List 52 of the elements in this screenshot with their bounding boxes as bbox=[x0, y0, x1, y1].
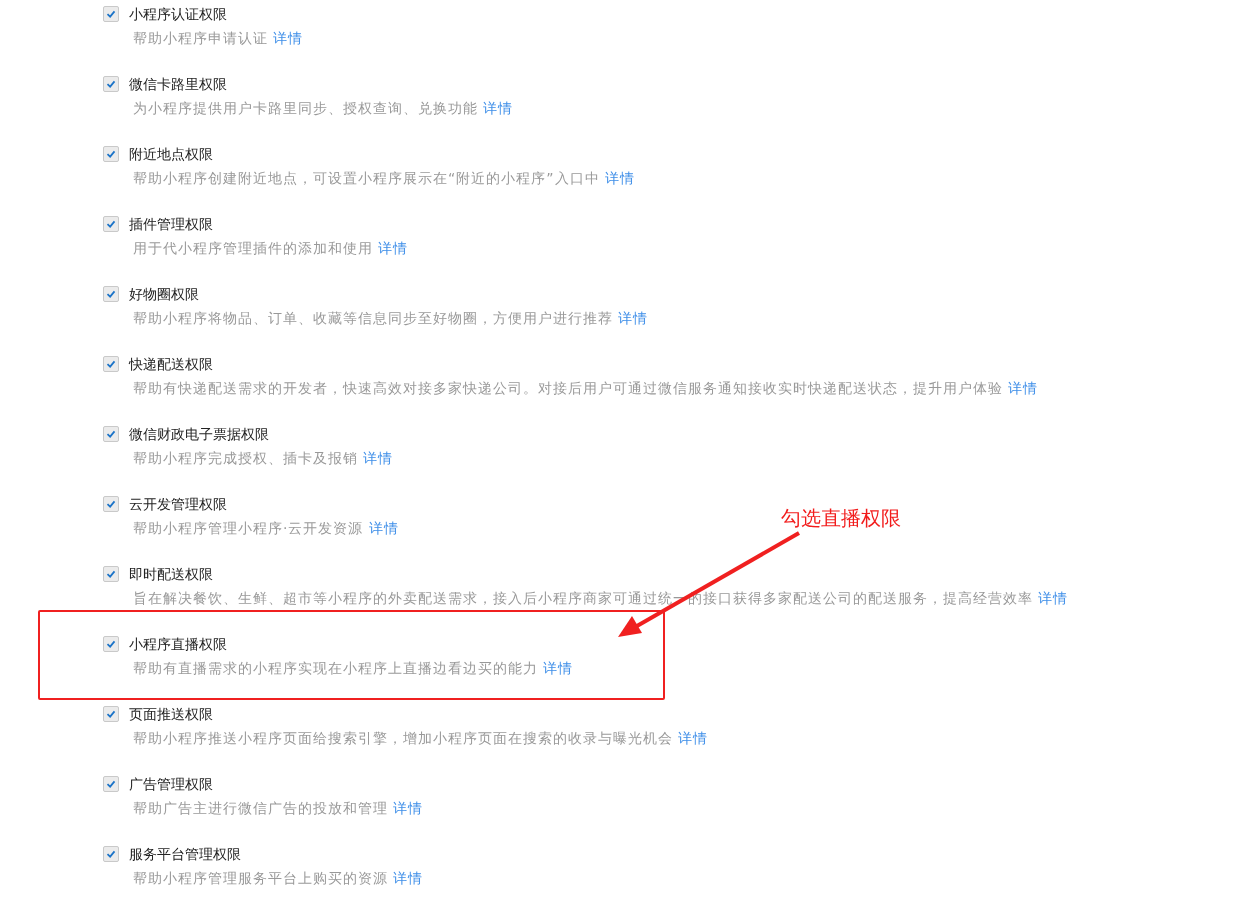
permission-description: 帮助小程序创建附近地点，可设置小程序展示在“附近的小程序”入口中 详情 bbox=[132, 169, 635, 188]
permission-title: 好物圈权限 bbox=[129, 285, 199, 304]
permission-title: 附近地点权限 bbox=[129, 145, 213, 164]
checkbox[interactable] bbox=[103, 216, 119, 232]
details-link[interactable]: 详情 bbox=[543, 660, 574, 676]
permission-description: 用于代小程序管理插件的添加和使用 详情 bbox=[132, 239, 409, 258]
details-link[interactable]: 详情 bbox=[378, 240, 409, 256]
details-link[interactable]: 详情 bbox=[678, 730, 709, 746]
details-link[interactable]: 详情 bbox=[393, 870, 424, 886]
permission-description: 帮助广告主进行微信广告的投放和管理 详情 bbox=[132, 799, 424, 818]
permission-description: 帮助有快递配送需求的开发者，快速高效对接多家快递公司。对接后用户可通过微信服务通知接收实时快递配送状态，提升用户体验 详情 bbox=[132, 379, 1039, 398]
permission-title: 广告管理权限 bbox=[129, 775, 213, 794]
checkbox[interactable] bbox=[103, 846, 119, 862]
details-link[interactable]: 详情 bbox=[368, 520, 399, 536]
permission-title: 小程序认证权限 bbox=[129, 5, 227, 24]
permission-title: 即时配送权限 bbox=[129, 565, 213, 584]
permission-description: 帮助小程序推送小程序页面给搜索引擎，增加小程序页面在搜索的收录与曝光机会 详情 bbox=[132, 729, 709, 748]
checkbox[interactable] bbox=[103, 706, 119, 722]
permission-description: 帮助小程序管理服务平台上购买的资源 详情 bbox=[132, 869, 424, 888]
details-link[interactable]: 详情 bbox=[1038, 590, 1069, 606]
checkbox[interactable] bbox=[103, 636, 119, 652]
permission-description: 帮助小程序申请认证 详情 bbox=[132, 29, 304, 48]
details-link[interactable]: 详情 bbox=[273, 30, 304, 46]
callout-text: 勾选直播权限 bbox=[781, 505, 901, 531]
permission-title: 页面推送权限 bbox=[129, 705, 213, 724]
permission-title: 微信卡路里权限 bbox=[129, 75, 227, 94]
permission-title: 插件管理权限 bbox=[129, 215, 213, 234]
checkbox[interactable] bbox=[103, 566, 119, 582]
checkbox[interactable] bbox=[103, 146, 119, 162]
permission-title: 快递配送权限 bbox=[129, 355, 213, 374]
checkbox[interactable] bbox=[103, 356, 119, 372]
details-link[interactable]: 详情 bbox=[1008, 380, 1039, 396]
permission-title: 微信财政电子票据权限 bbox=[129, 425, 269, 444]
permission-title: 小程序直播权限 bbox=[129, 635, 227, 654]
checkbox[interactable] bbox=[103, 286, 119, 302]
checkbox[interactable] bbox=[103, 776, 119, 792]
details-link[interactable]: 详情 bbox=[483, 100, 514, 116]
details-link[interactable]: 详情 bbox=[363, 450, 394, 466]
permission-description: 帮助小程序完成授权、插卡及报销 详情 bbox=[132, 449, 394, 468]
details-link[interactable]: 详情 bbox=[618, 310, 649, 326]
details-link[interactable]: 详情 bbox=[393, 800, 424, 816]
permission-title: 云开发管理权限 bbox=[129, 495, 227, 514]
checkbox[interactable] bbox=[103, 496, 119, 512]
details-link[interactable]: 详情 bbox=[604, 170, 635, 186]
checkbox[interactable] bbox=[103, 76, 119, 92]
checkbox[interactable] bbox=[103, 6, 119, 22]
permission-title: 服务平台管理权限 bbox=[129, 845, 241, 864]
permission-description: 帮助有直播需求的小程序实现在小程序上直播边看边买的能力 详情 bbox=[132, 659, 574, 678]
permission-description: 为小程序提供用户卡路里同步、授权查询、兑换功能 详情 bbox=[132, 99, 514, 118]
permission-description: 帮助小程序将物品、订单、收藏等信息同步至好物圈，方便用户进行推荐 详情 bbox=[132, 309, 649, 328]
permission-description: 帮助小程序管理小程序·云开发资源 详情 bbox=[132, 519, 399, 538]
checkbox[interactable] bbox=[103, 426, 119, 442]
